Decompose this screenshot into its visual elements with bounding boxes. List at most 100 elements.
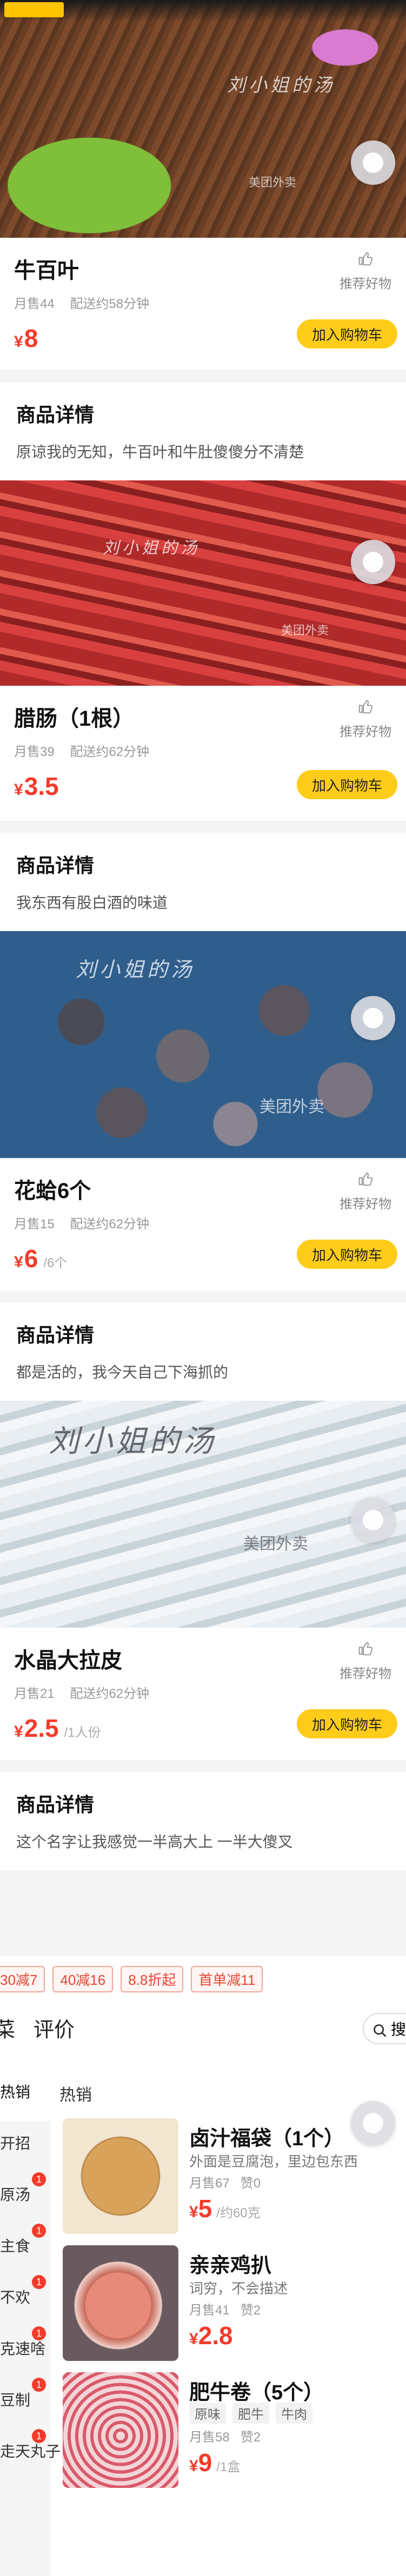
- count-badge: 1: [32, 2326, 46, 2340]
- floating-assistive-button[interactable]: [351, 1498, 395, 1542]
- recommend-button[interactable]: 推荐好物: [336, 1171, 395, 1212]
- item-sales: 月售58: [189, 2430, 230, 2445]
- sidebar-item[interactable]: 开招: [0, 2121, 51, 2172]
- product-detail-card: 商品详情 都是活的，我今天自己下海抓的: [0, 1302, 406, 1401]
- promo-bar: 30减7 40减16 8.8折起 首单减11: [0, 1966, 263, 1992]
- product-detail-card: 商品详情 我东西有股白酒的味道: [0, 833, 406, 931]
- product-info-card: 牛百叶 月售44 配送约58分钟 ¥8 推荐好物 加入购物车: [0, 238, 406, 370]
- product-info-card: 腊肠（1根） 月售39 配送约62分钟 ¥3.5 推荐好物 加入购物车: [0, 686, 406, 821]
- item-price: ¥9/1盒: [189, 2448, 241, 2477]
- search-icon: [374, 2024, 387, 2037]
- watermark-brand: 刘小姐的汤: [103, 539, 200, 558]
- item-stats: 月售67 赞0: [189, 2172, 271, 2191]
- status-bar: [0, 0, 406, 22]
- shop-menu-screen: 30减7 40减16 8.8折起 首单减11 菜 评价 搜 热销 开招 原汤 1 …: [0, 1956, 406, 2576]
- add-to-cart-button[interactable]: 加入购物车: [296, 1240, 397, 1269]
- sidebar-item[interactable]: 克速啥 1: [0, 2326, 51, 2378]
- detail-text: 都是活的，我今天自己下海抓的: [16, 1364, 229, 1381]
- search-button[interactable]: 搜: [363, 2013, 406, 2044]
- product-info-card: 花蛤6个 月售15 配送约62分钟 ¥6/6个 推荐好物 加入购物车: [0, 1158, 406, 1290]
- sidebar-item-label: 不欢: [0, 2289, 31, 2306]
- promo-tag[interactable]: 30减7: [0, 1966, 45, 1992]
- thumb-up-icon: [336, 251, 395, 271]
- count-badge: 1: [32, 2224, 46, 2238]
- watermark-platform: 美团外卖: [249, 176, 297, 189]
- floating-assistive-button[interactable]: [351, 540, 395, 584]
- sidebar-item-label: 开招: [0, 2135, 31, 2152]
- thumb-up-icon: [336, 1641, 395, 1661]
- add-to-cart-button[interactable]: 加入购物车: [296, 1709, 397, 1738]
- tab-menu[interactable]: 菜: [0, 2013, 15, 2043]
- item-price: ¥2.8: [189, 2321, 233, 2350]
- detail-text: 原谅我的无知，牛百叶和牛肚傻傻分不清楚: [16, 444, 304, 460]
- recommend-button[interactable]: 推荐好物: [336, 699, 395, 740]
- item-image: [63, 2118, 178, 2234]
- recommend-label: 推荐好物: [340, 1197, 391, 1212]
- sidebar-item-hot[interactable]: 热销: [0, 2070, 51, 2121]
- thumb-up-icon: [336, 699, 395, 719]
- price-value: 3.5: [24, 772, 59, 800]
- item-name: 亲亲鸡扒: [189, 2254, 272, 2277]
- product-stats: 月售44 配送约58分钟: [14, 293, 392, 312]
- count-badge: 1: [32, 2172, 46, 2186]
- sidebar-item[interactable]: 主食 1: [0, 2224, 51, 2275]
- recommend-button[interactable]: 推荐好物: [336, 251, 395, 292]
- price-value: 5: [198, 2194, 212, 2223]
- price-unit: /约60克: [216, 2206, 261, 2220]
- item-sales: 月售67: [189, 2176, 230, 2191]
- item-image: [63, 2372, 178, 2488]
- sidebar-item-label: 热销: [0, 2084, 31, 2100]
- menu-item[interactable]: 肥牛卷（5个） 原味 肥牛 牛肉 月售58 赞2 ¥9/1盒: [59, 2372, 406, 2497]
- recommend-button[interactable]: 推荐好物: [336, 1641, 395, 1682]
- promo-tag[interactable]: 首单减11: [191, 1966, 263, 1992]
- section-title: 热销: [59, 2086, 92, 2104]
- delivery-time: 配送约58分钟: [70, 297, 150, 311]
- delivery-time: 配送约62分钟: [70, 1217, 150, 1232]
- tab-reviews[interactable]: 评价: [34, 2013, 75, 2043]
- promo-tag[interactable]: 40减16: [52, 1966, 114, 1992]
- item-description: 词穷，不会描述: [189, 2280, 288, 2297]
- menu-item[interactable]: 亲亲鸡扒 词穷，不会描述 月售41 赞2 ¥2.8: [59, 2245, 406, 2370]
- watermark-platform: 美团外卖: [259, 1098, 324, 1116]
- count-badge: 1: [32, 2275, 46, 2289]
- product-info-card: 水晶大拉皮 月售21 配送约62分钟 ¥2.5/1人份 推荐好物 加入购物车: [0, 1628, 406, 1760]
- monthly-sales: 月售15: [14, 1217, 55, 1232]
- item-name: 肥牛卷（5个）: [189, 2381, 324, 2404]
- promo-tag[interactable]: 8.8折起: [121, 1966, 184, 1992]
- item-tag: 牛肉: [276, 2403, 312, 2424]
- sidebar-item[interactable]: 原汤 1: [0, 2172, 51, 2224]
- watermark-brand: 刘小姐的汤: [49, 1424, 216, 1459]
- sidebar-item-label: 主食: [0, 2238, 31, 2254]
- floating-assistive-button[interactable]: [351, 2101, 395, 2145]
- item-likes: 赞2: [240, 2303, 261, 2318]
- item-stats: 月售41 赞2: [189, 2299, 271, 2318]
- item-likes: 赞0: [240, 2176, 261, 2191]
- price-unit: /6个: [43, 1256, 68, 1270]
- shop-tabs: 菜 评价 搜: [0, 2013, 406, 2051]
- sidebar-item[interactable]: 不欢 1: [0, 2275, 51, 2326]
- watermark-brand: 刘小姐的汤: [76, 958, 195, 981]
- sidebar-item[interactable]: 走天丸子 1: [0, 2429, 61, 2480]
- recommend-label: 推荐好物: [340, 1667, 391, 1681]
- add-to-cart-button[interactable]: 加入购物车: [296, 770, 397, 799]
- sidebar-item-label: 原汤: [0, 2186, 31, 2203]
- sidebar-item[interactable]: 豆制 1: [0, 2378, 51, 2429]
- floating-assistive-button[interactable]: [351, 996, 395, 1040]
- product-detail-card: 商品详情 原谅我的无知，牛百叶和牛肚傻傻分不清楚: [0, 382, 406, 480]
- detail-title: 商品详情: [16, 1324, 95, 1346]
- floating-assistive-button[interactable]: [351, 140, 395, 185]
- add-to-cart-button[interactable]: 加入购物车: [296, 319, 397, 349]
- count-badge: 1: [32, 2429, 46, 2443]
- product-photo-tripe: 刘小姐的汤 美团外卖: [0, 0, 406, 238]
- item-name: 卤汁福袋（1个）: [189, 2127, 345, 2150]
- detail-title: 商品详情: [16, 854, 95, 876]
- count-badge: 1: [32, 2378, 46, 2392]
- monthly-sales: 月售44: [14, 297, 55, 311]
- item-likes: 赞2: [240, 2430, 261, 2445]
- menu-item[interactable]: 卤汁福袋（1个） 外面是豆腐泡，里边包东西 月售67 赞0 ¥5/约60克: [59, 2118, 406, 2243]
- sidebar-item-label: 豆制: [0, 2392, 31, 2408]
- watermark-brand: 刘小姐的汤: [227, 75, 335, 96]
- price-unit: /1人份: [64, 1725, 101, 1740]
- product-stats: 月售15 配送约62分钟: [14, 1213, 392, 1232]
- detail-title: 商品详情: [16, 1794, 95, 1816]
